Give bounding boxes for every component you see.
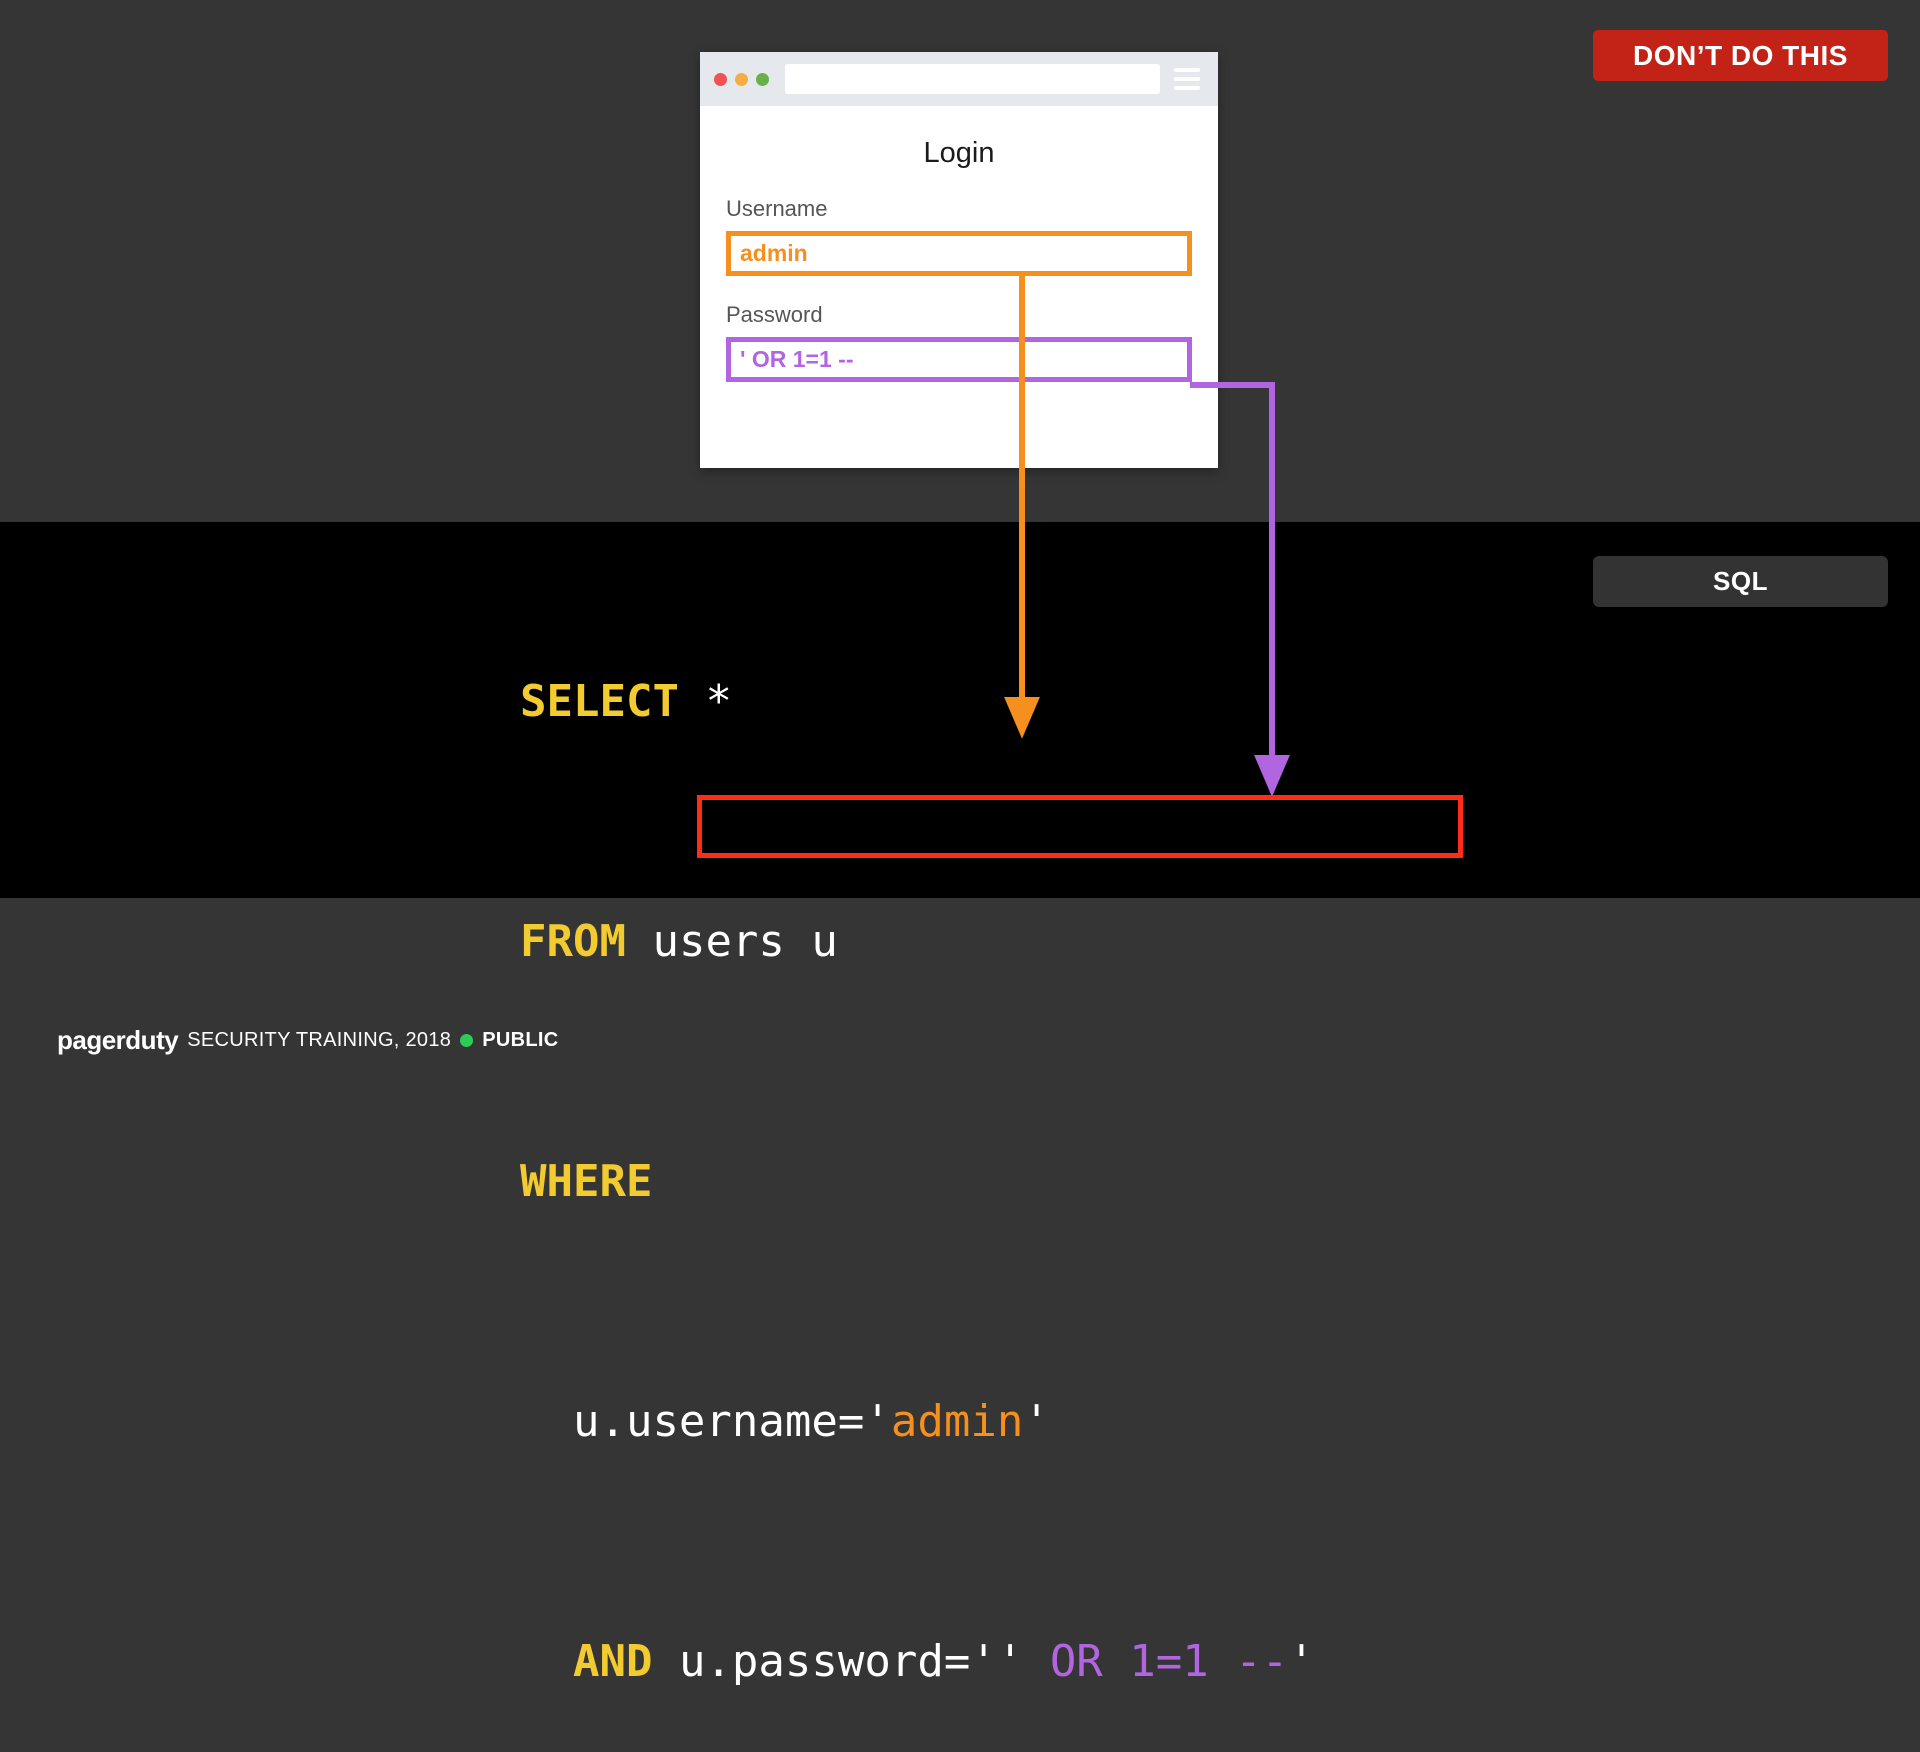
maximize-dot-icon[interactable] <box>756 72 769 86</box>
pagerduty-logo: pagerduty <box>57 1025 179 1055</box>
sql-language-badge: SQL <box>1593 556 1888 607</box>
password-input[interactable]: ' OR 1=1 -- <box>726 337 1192 382</box>
sql-keyword-where: WHERE <box>520 1156 653 1207</box>
sql-line-from: FROM users u <box>520 912 1315 972</box>
login-page-body: Login Username admin Password ' OR 1=1 -… <box>700 137 1218 382</box>
hamburger-icon[interactable] <box>1174 68 1200 90</box>
close-dot-icon[interactable] <box>714 72 727 86</box>
page-title: Login <box>923 137 995 169</box>
classification-dot-icon <box>460 1034 474 1047</box>
sql-keyword-and: AND <box>572 1636 653 1687</box>
password-label: Password <box>726 302 823 327</box>
sql-password-expr: u.password='' <box>652 1636 1024 1687</box>
sql-select-list: * <box>678 676 732 727</box>
url-input[interactable] <box>785 64 1160 94</box>
window-controls <box>714 72 769 86</box>
username-input[interactable]: admin <box>726 231 1192 276</box>
sql-injected-payload: OR 1=1 -- <box>1023 1636 1289 1687</box>
sql-line-username-predicate: u.username='admin' <box>520 1392 1315 1452</box>
sql-username-literal: admin <box>890 1396 1024 1447</box>
sql-line-password-predicate: AND u.password='' OR 1=1 --' <box>520 1632 1315 1692</box>
sql-password-quote: ' <box>1288 1636 1315 1687</box>
sql-username-expr: u.username=' <box>572 1396 891 1447</box>
username-label: Username <box>726 196 828 221</box>
sql-code-block: SELECT * FROM users u WHERE u.username='… <box>520 552 1315 1752</box>
browser-window: Login Username admin Password ' OR 1=1 -… <box>700 52 1218 468</box>
sql-from-table: users u <box>625 916 838 967</box>
slide-footer: pagerduty SECURITY TRAINING, 2018 PUBLIC <box>57 1025 558 1056</box>
dont-do-this-badge: DON’T DO THIS <box>1593 30 1888 81</box>
sql-keyword-from: FROM <box>520 916 626 967</box>
sql-line-select: SELECT * <box>520 672 1315 732</box>
sql-line-where: WHERE <box>520 1152 1315 1212</box>
minimize-dot-icon[interactable] <box>735 72 748 86</box>
sql-keyword-select: SELECT <box>520 676 679 727</box>
footer-course-text: SECURITY TRAINING, 2018 <box>187 1029 452 1051</box>
sql-username-quote: ' <box>1023 1396 1050 1447</box>
browser-chrome <box>700 52 1218 106</box>
classification-label: PUBLIC <box>482 1029 559 1051</box>
